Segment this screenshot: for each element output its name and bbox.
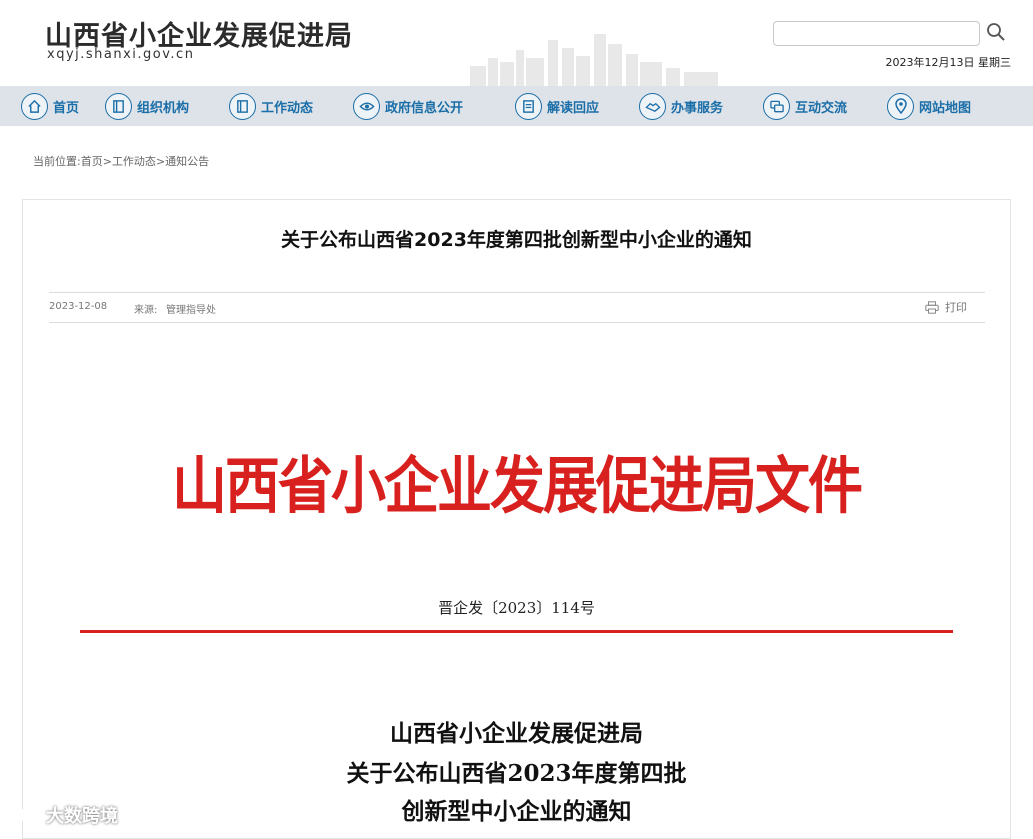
nav-item-sitemap[interactable]: 网站地图 [887, 86, 971, 126]
printer-icon [925, 300, 939, 314]
breadcrumb-work-news[interactable]: 工作动态 [112, 155, 156, 168]
breadcrumb-separator: > [102, 155, 112, 168]
watermark: 大数跨境 [10, 802, 118, 828]
red-divider [80, 630, 953, 633]
nav-item-gov-info[interactable]: 政府信息公开 [353, 86, 463, 126]
nav-label: 解读回应 [547, 100, 600, 116]
watermark-text: 大数跨境 [46, 806, 118, 827]
breadcrumb-home[interactable]: 首页 [81, 155, 103, 168]
organization-icon [105, 92, 132, 120]
nav-label: 组织机构 [137, 100, 190, 116]
article-meta: 2023-12-08 来源: 管理指导处 打印 [49, 292, 985, 323]
nav-item-interpret[interactable]: 解读回应 [515, 86, 599, 126]
breadcrumb-notices[interactable]: 通知公告 [165, 155, 209, 168]
document-number: 晋企发〔2023〕114号 [438, 599, 595, 617]
interpret-icon [515, 92, 542, 120]
map-pin-icon [887, 92, 914, 120]
work-news-icon [229, 92, 256, 120]
source-label: 来源: [134, 305, 158, 316]
watermark-logo-icon [10, 807, 46, 823]
document-subtitle-line: 关于公布山西省2023年度第四批 [346, 760, 687, 787]
nav-label: 政府信息公开 [385, 100, 464, 116]
home-icon [21, 92, 48, 120]
document-subtitle-line: 山西省小企业发展促进局 [390, 720, 643, 747]
document-subtitle-line: 创新型中小企业的通知 [401, 798, 632, 825]
search-icon [987, 22, 1005, 41]
breadcrumb: 当前位置:首页>工作动态>通知公告 [33, 153, 209, 169]
nav-label: 首页 [53, 100, 80, 116]
print-button[interactable]: 打印 [925, 299, 967, 315]
current-date: 2023年12月13日 星期三 [885, 56, 1012, 69]
nav-label: 工作动态 [261, 100, 314, 116]
main-nav: 首页 组织机构 工作动态 政府信息公开 解读回应 办事服务 互动交流 网站地图 [0, 86, 1033, 126]
search-button[interactable] [984, 20, 1008, 46]
chat-icon [763, 92, 790, 120]
article-container: 关于公布山西省2023年度第四批创新型中小企业的通知 2023-12-08 来源… [22, 199, 1011, 839]
search-input[interactable] [773, 21, 980, 46]
nav-item-interaction[interactable]: 互动交流 [763, 86, 847, 126]
nav-item-work-news[interactable]: 工作动态 [229, 86, 313, 126]
article-title: 关于公布山西省2023年度第四批创新型中小企业的通知 [281, 229, 752, 251]
nav-item-organization[interactable]: 组织机构 [105, 86, 189, 126]
print-label: 打印 [945, 301, 967, 314]
nav-label: 办事服务 [671, 100, 724, 116]
handshake-icon [639, 92, 666, 120]
nav-item-services[interactable]: 办事服务 [639, 86, 723, 126]
nav-label: 互动交流 [795, 100, 848, 116]
site-domain: xqyj.shanxi.gov.cn [47, 47, 195, 62]
nav-item-home[interactable]: 首页 [21, 86, 79, 126]
source-value: 管理指导处 [166, 305, 216, 316]
eye-icon [353, 92, 380, 120]
breadcrumb-separator: > [155, 155, 166, 168]
breadcrumb-prefix: 当前位置: [33, 155, 81, 168]
skyline-graphic [470, 34, 718, 86]
nav-label: 网站地图 [919, 100, 972, 116]
document-red-header: 山西省小企业发展促进局文件 [171, 448, 863, 522]
site-header: 山西省小企业发展促进局 xqyj.shanxi.gov.cn 2023年12月1… [0, 0, 1033, 86]
publish-date: 2023-12-08 [49, 301, 108, 312]
